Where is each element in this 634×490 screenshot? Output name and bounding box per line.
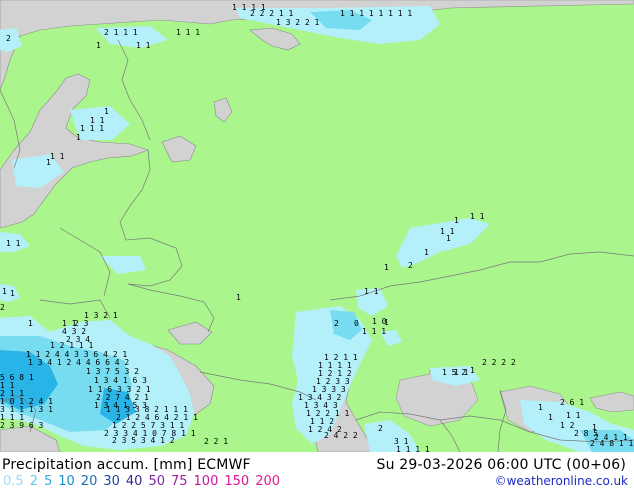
grid-value-label: 1 3 2 1: [84, 311, 118, 320]
grid-value-label: 1: [46, 158, 51, 167]
grid-value-label: 1 2 1 1 1: [50, 341, 94, 350]
scale-label: 50: [148, 474, 165, 489]
scale-label: 0.5: [3, 474, 24, 489]
grid-value-label: 2 2 2 1 1: [250, 9, 294, 18]
lake-onega: [213, 97, 233, 123]
grid-value-label: 1: [236, 293, 241, 302]
lake-ladoga: [161, 135, 197, 163]
grid-value-label: 1 2: [560, 421, 575, 430]
border-poland: [59, 227, 111, 297]
grid-value-label: 1: [592, 423, 597, 432]
grid-value-label: 1: [424, 248, 429, 257]
grid-value-label: 1 3 4 1 6 3: [94, 376, 147, 385]
scale-label: 2: [29, 474, 38, 489]
border-turkmen: [439, 419, 461, 452]
grid-value-label: 2 4 8 1 1: [590, 439, 634, 448]
scale-label: 75: [170, 474, 188, 489]
scale-label: 30: [103, 474, 120, 489]
grid-value-label: 1 1: [454, 368, 469, 377]
grid-value-label: 1 1 1: [0, 0, 24, 2]
scale-label: 100: [193, 474, 219, 489]
grid-value-label: 1 1: [136, 41, 151, 50]
baltic-sea: [0, 73, 149, 229]
grid-value-label: 1: [446, 234, 451, 243]
scale-label: 200: [255, 474, 281, 489]
valid-time: Su 29-03-2026 06:00 UTC (00+06): [376, 457, 626, 473]
grid-value-label: 2 2 2 2: [482, 358, 516, 367]
grid-value-label: 2: [334, 319, 339, 328]
grid-value-label: 1: [384, 263, 389, 272]
grid-value-label: 1 1 1 1 1 1 1 1: [340, 9, 412, 18]
color-scale: 0.5 2 5 10 20 30 40 50 75 100 150 200: [3, 474, 286, 489]
grid-value-label: 1 1: [6, 239, 21, 248]
grid-value-label: 1 3 2 2 1: [276, 18, 320, 27]
white-sea: [249, 27, 301, 51]
grid-value-label: 1 1: [470, 212, 485, 221]
map-title: Precipitation accum. [mm] ECMWF: [2, 457, 251, 473]
grid-value-label: 2 3 9 6 3: [0, 421, 44, 430]
grid-value-label: 1: [548, 413, 553, 422]
grid-value-label: 1: [104, 107, 109, 116]
credit-link[interactable]: ©weatheronline.co.uk: [495, 474, 628, 488]
grid-value-label: 1 1 1: [80, 124, 104, 133]
grid-value-label: 1: [96, 41, 101, 50]
grid-value-label: 1 1: [566, 411, 581, 420]
grid-value-label: 1: [384, 318, 389, 327]
grid-value-label: 1 1: [364, 287, 379, 296]
grid-value-label: 2: [378, 424, 383, 433]
grid-value-label: 1: [470, 366, 475, 375]
grid-value-label: 1: [2, 287, 7, 296]
precipitation-map[interactable]: 1 1 1 12 2 2 1 11 3 2 2 11 1 1 1 1 1 1 1…: [0, 0, 634, 452]
grid-value-label: 1 3 7 5 3 2: [86, 367, 139, 376]
lake-balkhash: [589, 391, 634, 413]
grid-value-label: 1: [10, 289, 15, 298]
grid-value-label: 2: [0, 303, 5, 312]
sea-of-azov: [167, 321, 213, 345]
border-baltics: [119, 149, 151, 241]
grid-value-label: 1 1 1: [362, 327, 386, 336]
grid-value-label: 2 3 5 3 4 1 2: [112, 436, 175, 445]
grid-value-label: 2 2 1: [204, 437, 228, 446]
grid-value-label: 1 3 4 1 2 4 4 6 6 4 2: [28, 358, 129, 367]
border-ukraine: [127, 283, 215, 333]
grid-value-label: 1: [28, 319, 33, 328]
grid-value-label: 0: [354, 319, 359, 328]
scale-label: 20: [80, 474, 98, 489]
grid-value-label: 2 4 2 2: [324, 431, 358, 440]
grid-value-label: 1: [76, 133, 81, 142]
map-canvas: 1 1 1 12 2 2 1 11 3 2 2 11 1 1 1 1 1 1 1…: [0, 0, 634, 452]
scale-label: 10: [58, 474, 75, 489]
grid-value-label: 2: [6, 34, 11, 43]
scale-label: 40: [125, 474, 143, 489]
grid-value-label: 2 6 1: [560, 398, 584, 407]
grid-value-label: 1 1: [50, 152, 65, 161]
grid-value-label: 2: [408, 261, 413, 270]
scale-label: 150: [224, 474, 250, 489]
grid-value-label: 2 1 1 1: [104, 28, 138, 37]
grid-value-label: 1 1 1 1: [396, 445, 430, 452]
legend-footer: Precipitation accum. [mm] ECMWF Su 29-03…: [0, 452, 634, 490]
grid-value-label: 1: [538, 403, 543, 412]
grid-value-label: 1: [454, 216, 459, 225]
scale-label: 5: [43, 474, 53, 489]
grid-value-label: 1 1 1: [176, 28, 200, 37]
